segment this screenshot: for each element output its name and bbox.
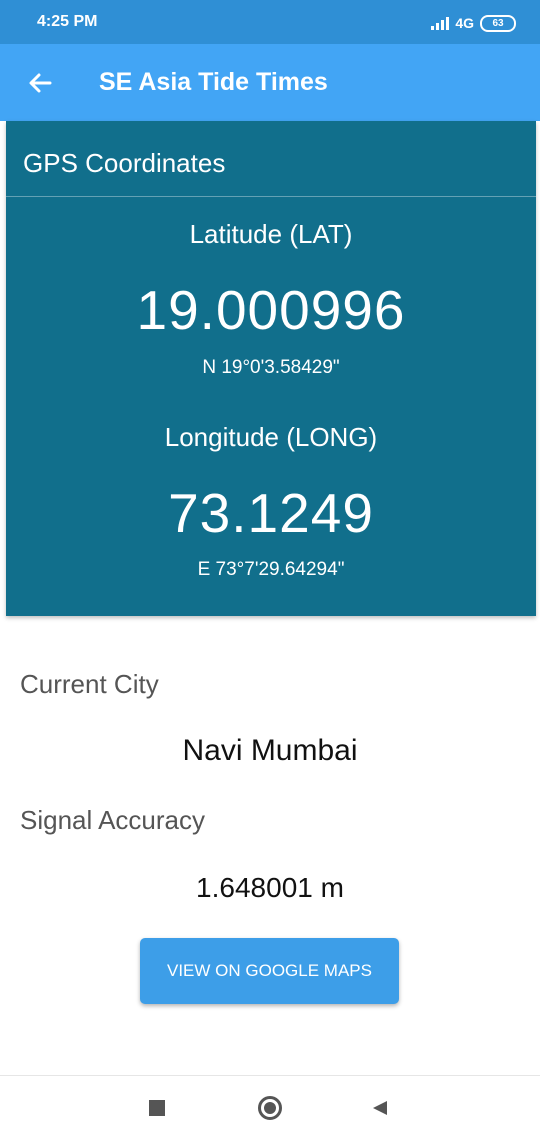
signal-icon — [431, 16, 450, 30]
longitude-label: Longitude (LONG) — [164, 422, 378, 452]
signal-accuracy-value: 1.648001 m — [196, 872, 344, 903]
home-icon[interactable] — [258, 1096, 282, 1120]
gps-header: GPS Coordinates — [23, 148, 226, 178]
status-bar: 4:25 PM 4G 63 — [0, 0, 540, 44]
navigation-bar — [0, 1075, 540, 1141]
page-title: SE Asia Tide Times — [99, 68, 328, 96]
gps-card: GPS Coordinates Latitude (LAT) 19.000996… — [6, 121, 536, 616]
status-icons: 4G 63 — [431, 13, 516, 33]
recents-icon[interactable] — [149, 1100, 165, 1116]
view-on-google-maps-button[interactable]: VIEW ON GOOGLE MAPS — [140, 938, 399, 1004]
battery-icon: 63 — [480, 14, 516, 32]
back-triangle-icon[interactable] — [371, 1099, 389, 1117]
arrow-left-icon[interactable] — [24, 67, 56, 99]
app-bar: SE Asia Tide Times — [0, 44, 540, 121]
current-city-value: Navi Mumbai — [182, 734, 358, 767]
latitude-dms: N 19°0'3.58429" — [202, 357, 340, 378]
longitude-value: 73.1249 — [168, 482, 374, 544]
longitude-dms: E 73°7'29.64294" — [197, 559, 345, 580]
signal-accuracy-label: Signal Accuracy — [20, 805, 205, 835]
latitude-value: 19.000996 — [136, 279, 406, 341]
status-time: 4:25 PM — [37, 13, 98, 30]
network-type: 4G — [455, 15, 474, 31]
current-city-label: Current City — [20, 669, 159, 699]
gps-divider — [6, 196, 536, 197]
latitude-label: Latitude (LAT) — [189, 219, 353, 249]
